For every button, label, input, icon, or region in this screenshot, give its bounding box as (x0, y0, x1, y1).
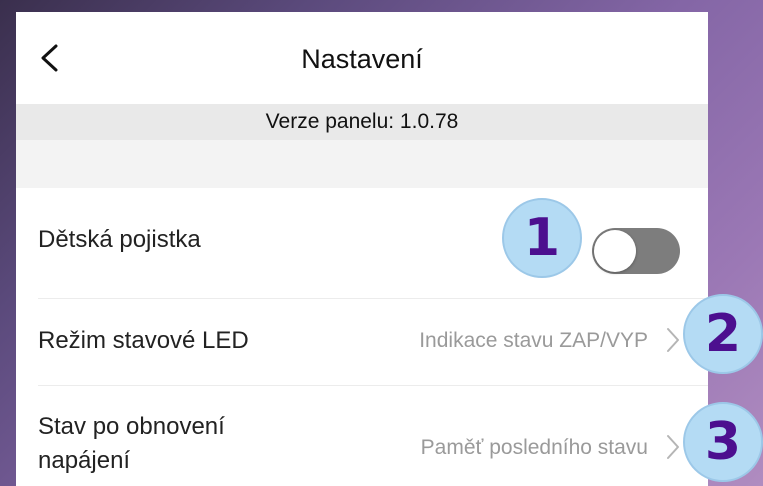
callout-badge-2: 2 (683, 294, 763, 374)
callout-badge-1: 1 (502, 198, 582, 278)
callout-badge-3: 3 (683, 402, 763, 482)
child-lock-toggle[interactable] (592, 228, 680, 274)
panel-version: Verze panelu: 1.0.78 (16, 104, 708, 140)
child-lock-label: Dětská pojistka (38, 226, 201, 253)
led-mode-value: Indikace stavu ZAP/VYP (419, 329, 648, 352)
navigation-bar: Nastavení (16, 12, 708, 104)
setting-row-power-restore[interactable]: Stav po obnovení napájení Paměť poslední… (16, 386, 708, 486)
power-restore-label: Stav po obnovení napájení (38, 410, 225, 478)
power-restore-label-line2: napájení (38, 447, 131, 474)
led-mode-label: Režim stavové LED (38, 327, 249, 354)
settings-screen: Nastavení Verze panelu: 1.0.78 Dětská po… (16, 12, 708, 486)
power-restore-label-line1: Stav po obnovení (38, 413, 225, 440)
toggle-knob (594, 230, 636, 272)
chevron-right-icon (667, 435, 679, 459)
setting-row-child-lock: Dětská pojistka (16, 188, 708, 298)
page-title: Nastavení (301, 44, 423, 74)
chevron-right-icon (667, 328, 679, 352)
power-restore-value: Paměť posledního stavu (420, 436, 648, 459)
setting-row-led-mode[interactable]: Režim stavové LED Indikace stavu ZAP/VYP (16, 299, 708, 385)
section-spacer (16, 140, 708, 188)
